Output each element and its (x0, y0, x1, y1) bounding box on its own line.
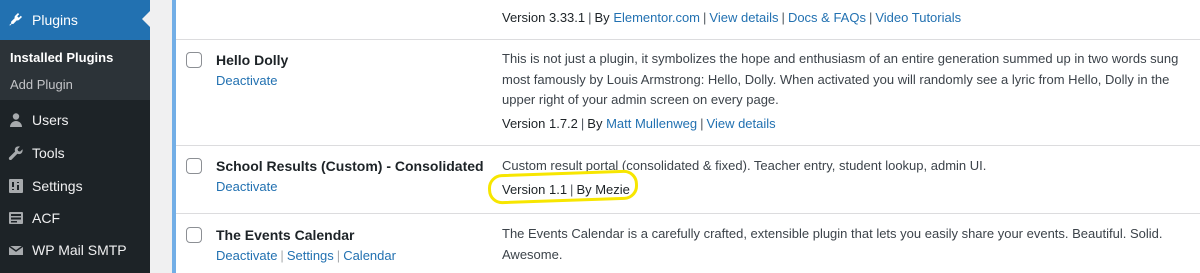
plugin-name: Hello Dolly (216, 52, 289, 68)
plugin-row-events-calendar: The Events Calendar Deactivate | Settings |… (176, 214, 1200, 273)
acf-icon (8, 210, 24, 226)
deactivate-link[interactable]: Deactivate (216, 179, 277, 194)
menu-item-tools[interactable]: Tools (0, 141, 150, 165)
plugin-meta: Version 1.7.2 | By Matt Mullenweg | View det… (502, 116, 776, 131)
plugin-version: Version 3.33.1 (502, 10, 586, 25)
plugins-submenu: Installed Plugins Add Plugin (0, 40, 150, 100)
plugin-actions: Deactivate (216, 179, 277, 194)
settings-link[interactable]: Settings (287, 248, 334, 263)
plugin-row-elementor: Version 3.33.1 | By Elementor.com | View det… (176, 0, 1200, 40)
menu-item-acf[interactable]: ACF (0, 206, 150, 230)
by-label: By (594, 10, 610, 25)
submenu-add-plugin[interactable]: Add Plugin (10, 77, 73, 92)
menu-item-label: Settings (32, 178, 83, 194)
docs-faqs-link[interactable]: Docs & FAQs (788, 10, 866, 25)
menu-item-settings[interactable]: Settings (0, 174, 150, 198)
menu-item-wp-mail-smtp[interactable]: WP Mail SMTP (0, 238, 150, 262)
mail-icon (8, 242, 24, 258)
admin-sidebar: Plugins Installed Plugins Add Plugin Use… (0, 0, 150, 273)
menu-item-label: WP Mail SMTP (32, 242, 127, 258)
plugin-actions: Deactivate (216, 73, 277, 88)
menu-item-label: ACF (32, 210, 60, 226)
plugin-actions: Deactivate | Settings | Calendar (216, 248, 396, 263)
plugin-name: The Events Calendar (216, 227, 355, 243)
plugin-row-hello-dolly: Hello Dolly Deactivate This is not just … (176, 40, 1200, 146)
deactivate-link[interactable]: Deactivate (216, 248, 277, 263)
plugin-meta: Version 3.33.1 | By Elementor.com | View det… (502, 10, 962, 25)
by-label: By (587, 116, 603, 131)
author-link[interactable]: Matt Mullenweg (606, 116, 697, 131)
video-tutorials-link[interactable]: Video Tutorials (875, 10, 961, 25)
author-link[interactable]: Elementor.com (613, 10, 700, 25)
plugin-description: This is not just a plugin, it symbolizes… (502, 51, 1179, 107)
submenu-installed-plugins[interactable]: Installed Plugins (10, 50, 113, 65)
view-details-link[interactable]: View details (709, 10, 778, 25)
menu-item-label: Users (32, 112, 69, 128)
plugin-name: School Results (Custom) - Consolidated (216, 158, 484, 174)
settings-icon (8, 178, 24, 194)
plugin-description: The Events Calendar is a carefully craft… (502, 226, 1163, 262)
menu-item-users[interactable]: Users (0, 108, 150, 132)
menu-item-plugins[interactable]: Plugins (0, 0, 150, 40)
plugin-icon (8, 12, 24, 28)
plugin-checkbox[interactable] (186, 52, 202, 68)
users-icon (8, 112, 24, 128)
plugins-table: Version 3.33.1 | By Elementor.com | View det… (172, 0, 1200, 273)
menu-item-label: Plugins (32, 12, 78, 28)
deactivate-link[interactable]: Deactivate (216, 73, 277, 88)
yellow-highlight-annotation (487, 169, 639, 205)
menu-item-label: Tools (32, 145, 65, 161)
view-details-link[interactable]: View details (707, 116, 776, 131)
plugin-checkbox[interactable] (186, 158, 202, 174)
current-menu-arrow (142, 11, 150, 27)
tools-icon (8, 145, 24, 161)
plugin-checkbox[interactable] (186, 227, 202, 243)
plugin-version: Version 1.7.2 (502, 116, 578, 131)
calendar-link[interactable]: Calendar (343, 248, 396, 263)
plugin-row-school-results: School Results (Custom) - Consolidated D… (176, 146, 1200, 214)
